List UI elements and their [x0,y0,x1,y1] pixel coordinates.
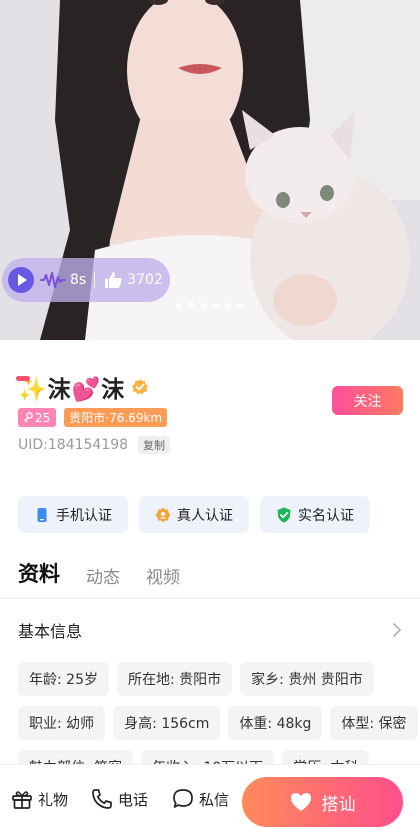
copy-uid-button[interactable]: 复制 [138,436,171,454]
waveform-icon [40,272,66,288]
cert-label: 手机认证 [56,507,112,524]
follow-button[interactable]: 关注 [332,386,403,415]
message-label: 私信 [199,790,230,809]
carousel-dot [176,302,182,309]
info-chip: 身高: 156cm [113,706,221,740]
carousel-dot-active [188,302,195,309]
shield-check-icon [277,507,291,522]
gift-icon [12,791,32,809]
section-title: 基本信息 [18,622,83,641]
name-row: ✨沫💕沫 [18,370,149,404]
cert-real-person[interactable]: 真人认证 [139,496,249,533]
gift-label: 礼物 [38,790,69,809]
info-chip: 所在地: 贵阳市 [116,662,233,696]
voice-divider [94,272,96,288]
tab-profile-info[interactable]: 资料 [18,558,60,588]
voice-duration: 8s [70,272,87,288]
age-tag: 25 [18,408,57,427]
carousel-dot [213,302,219,309]
chevron-right-icon[interactable] [392,622,402,638]
tab-moments[interactable]: 动态 [86,563,120,588]
message-button[interactable]: 私信 [171,787,229,811]
call-label: 电话 [118,790,149,809]
tab-videos[interactable]: 视频 [146,563,180,588]
age-value: 25 [35,410,51,425]
active-tab-indicator [16,376,30,381]
cert-label: 实名认证 [298,507,354,524]
carousel-dot [237,302,243,309]
profile-photo-carousel[interactable]: 8s 3702 [0,0,420,340]
location-tag: 贵阳市·76.69km [64,408,168,427]
chip-row: 职业: 幼师 身高: 156cm 体重: 48kg 体型: 保密 [18,706,418,740]
greet-label: 搭讪 [321,794,356,815]
nickname: ✨沫💕沫 [18,377,126,403]
info-chip: 年龄: 25岁 [18,662,109,696]
carousel-indicator [176,302,243,309]
bottom-action-bar: 礼物 电话 私信 搭讪 [0,764,420,828]
profile-tabs: 资料 动态 视频 [18,558,180,588]
divider [0,598,420,599]
verified-badge-icon [132,379,149,395]
certification-badges: 手机认证 真人认证 实名认证 [18,496,370,533]
info-chip: 家乡: 贵州 贵阳市 [240,662,374,696]
carousel-dot [201,302,207,309]
call-button[interactable]: 电话 [90,787,148,811]
carousel-dot [225,302,231,309]
play-icon[interactable] [8,267,34,293]
cert-label: 真人认证 [177,507,233,524]
gift-button[interactable]: 礼物 [10,787,68,811]
info-chip: 职业: 幼师 [18,706,106,740]
cert-phone[interactable]: 手机认证 [18,496,128,533]
like-count: 3702 [127,272,163,288]
face-verify-icon [155,507,171,522]
cert-real-name[interactable]: 实名认证 [260,496,370,533]
uid-row: UID:184154198 复制 [18,436,171,454]
greet-button[interactable]: 搭讪 [242,777,403,827]
chip-row: 年龄: 25岁 所在地: 贵阳市 家乡: 贵州 贵阳市 [18,662,402,696]
heart-icon [290,793,311,811]
user-id: UID:184154198 [18,437,129,453]
phone-call-icon [92,789,112,809]
voice-intro-player[interactable]: 8s 3702 [2,258,170,302]
info-chip: 体型: 保密 [330,706,418,740]
chat-bubble-icon [173,789,193,808]
thumbs-up-icon[interactable] [103,270,123,290]
female-gender-icon [24,412,33,423]
phone-icon [37,507,47,522]
info-chip: 体重: 48kg [228,706,323,740]
basic-info-header[interactable]: 基本信息 [18,618,402,642]
profile-tags: 25 贵阳市·76.69km [18,408,168,427]
